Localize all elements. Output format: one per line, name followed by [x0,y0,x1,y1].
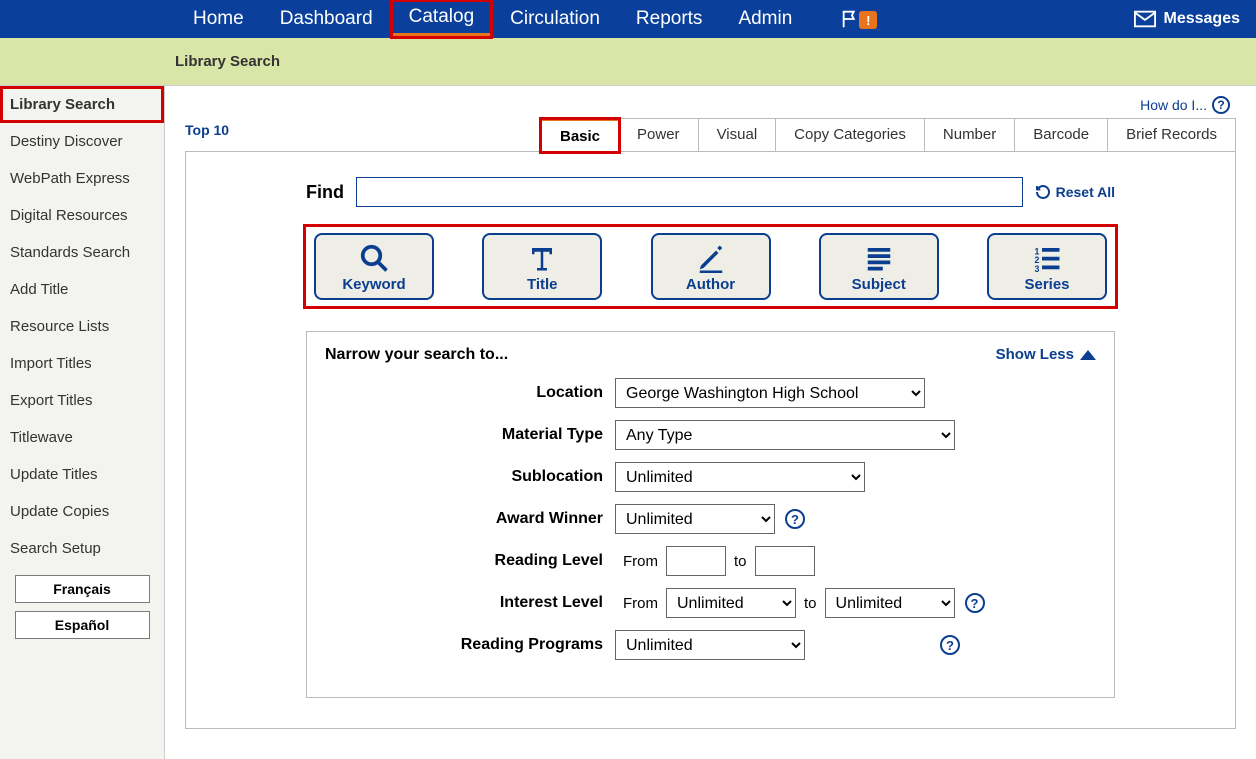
reading-level-label: Reading Level [325,552,615,570]
how-do-i-label: How do I... [1140,97,1207,113]
tab-basic[interactable]: Basic [541,119,619,152]
reading-from-input[interactable] [666,546,726,576]
nav-dashboard[interactable]: Dashboard [262,0,391,38]
collapse-up-icon [1080,350,1096,360]
author-button[interactable]: Author [651,233,771,300]
nav-circulation[interactable]: Circulation [492,0,618,38]
help-icon: ? [1212,96,1230,114]
sidebar-item-webpath-express[interactable]: WebPath Express [0,160,164,197]
award-winner-label: Award Winner [325,510,615,528]
find-label: Find [306,182,344,203]
to-word-1: to [734,553,747,570]
nav-reports[interactable]: Reports [618,0,721,38]
interest-help-icon[interactable]: ? [965,593,985,613]
interest-level-label: Interest Level [325,594,615,612]
tab-brief-records[interactable]: Brief Records [1107,118,1236,151]
sidebar-item-resource-lists[interactable]: Resource Lists [0,308,164,345]
sidebar-item-import-titles[interactable]: Import Titles [0,345,164,382]
to-word-2: to [804,595,817,612]
alerts-flag[interactable]: ! [840,8,877,30]
sidebar-item-update-titles[interactable]: Update Titles [0,456,164,493]
nav-catalog[interactable]: Catalog [391,0,493,38]
sidebar-item-add-title[interactable]: Add Title [0,271,164,308]
material-type-label: Material Type [325,426,615,444]
messages-link[interactable]: Messages [1134,10,1241,28]
author-label: Author [686,276,735,293]
show-less-toggle[interactable]: Show Less [996,346,1096,363]
how-do-i-link[interactable]: How do I... ? [1140,96,1230,114]
author-icon [694,243,728,273]
sublocation-select[interactable]: Unlimited [615,462,865,492]
location-label: Location [325,384,615,402]
messages-label: Messages [1164,10,1241,28]
reset-all-label: Reset All [1056,184,1115,200]
material-type-select[interactable]: Any Type [615,420,955,450]
narrow-search-box: Show Less Narrow your search to... Locat… [306,331,1115,698]
sidebar-item-destiny-discover[interactable]: Destiny Discover [0,123,164,160]
location-select[interactable]: George Washington High School [615,378,925,408]
title-button[interactable]: Title [482,233,602,300]
reading-programs-select[interactable]: Unlimited [615,630,805,660]
keyword-label: Keyword [342,276,405,293]
lang-espanol-button[interactable]: Español [15,611,150,639]
subject-label: Subject [852,276,906,293]
sidebar-item-library-search[interactable]: Library Search [0,86,164,123]
main-content: How do I... ? Top 10 Basic Power Visual … [165,86,1256,759]
interest-from-select[interactable]: Unlimited [666,588,796,618]
find-input[interactable] [356,177,1023,207]
sidebar-item-export-titles[interactable]: Export Titles [0,382,164,419]
search-panel: Find Reset All Keyword Title [185,152,1236,729]
alert-badge: ! [859,11,877,29]
programs-help-icon[interactable]: ? [940,635,960,655]
tab-copy-categories[interactable]: Copy Categories [775,118,925,151]
interest-to-select[interactable]: Unlimited [825,588,955,618]
from-word-2: From [623,595,658,612]
refresh-icon [1035,184,1051,200]
subheader-title: Library Search [175,53,280,70]
series-button[interactable]: 123 Series [987,233,1107,300]
search-tabs: Basic Power Visual Copy Categories Numbe… [185,118,1236,152]
left-sidebar: Library Search Destiny Discover WebPath … [0,86,165,759]
tab-visual[interactable]: Visual [698,118,777,151]
sidebar-item-standards-search[interactable]: Standards Search [0,234,164,271]
search-type-buttons: Keyword Title Author Subject 123 Series [306,227,1115,306]
reset-all-link[interactable]: Reset All [1035,184,1115,200]
top-navbar: Home Dashboard Catalog Circulation Repor… [0,0,1256,38]
from-word-1: From [623,553,658,570]
subject-icon [862,243,896,273]
title-label: Title [527,276,558,293]
tab-number[interactable]: Number [924,118,1015,151]
title-icon [525,243,559,273]
award-winner-select[interactable]: Unlimited [615,504,775,534]
series-icon: 123 [1030,243,1064,273]
tab-power[interactable]: Power [618,118,699,151]
nav-home[interactable]: Home [175,0,262,38]
sidebar-item-titlewave[interactable]: Titlewave [0,419,164,456]
series-label: Series [1024,276,1069,293]
sidebar-item-digital-resources[interactable]: Digital Resources [0,197,164,234]
mail-icon [1134,10,1156,28]
page-subheader: Library Search [0,38,1256,86]
keyword-button[interactable]: Keyword [314,233,434,300]
narrow-heading: Narrow your search to... [325,346,1096,364]
reading-to-input[interactable] [755,546,815,576]
nav-admin[interactable]: Admin [720,0,810,38]
tab-barcode[interactable]: Barcode [1014,118,1108,151]
search-icon [357,243,391,273]
show-less-label: Show Less [996,346,1074,363]
reading-programs-label: Reading Programs [325,636,615,654]
sublocation-label: Sublocation [325,468,615,486]
sidebar-item-search-setup[interactable]: Search Setup [0,530,164,567]
lang-francais-button[interactable]: Français [15,575,150,603]
award-help-icon[interactable]: ? [785,509,805,529]
subject-button[interactable]: Subject [819,233,939,300]
svg-text:3: 3 [1035,264,1040,273]
sidebar-item-update-copies[interactable]: Update Copies [0,493,164,530]
